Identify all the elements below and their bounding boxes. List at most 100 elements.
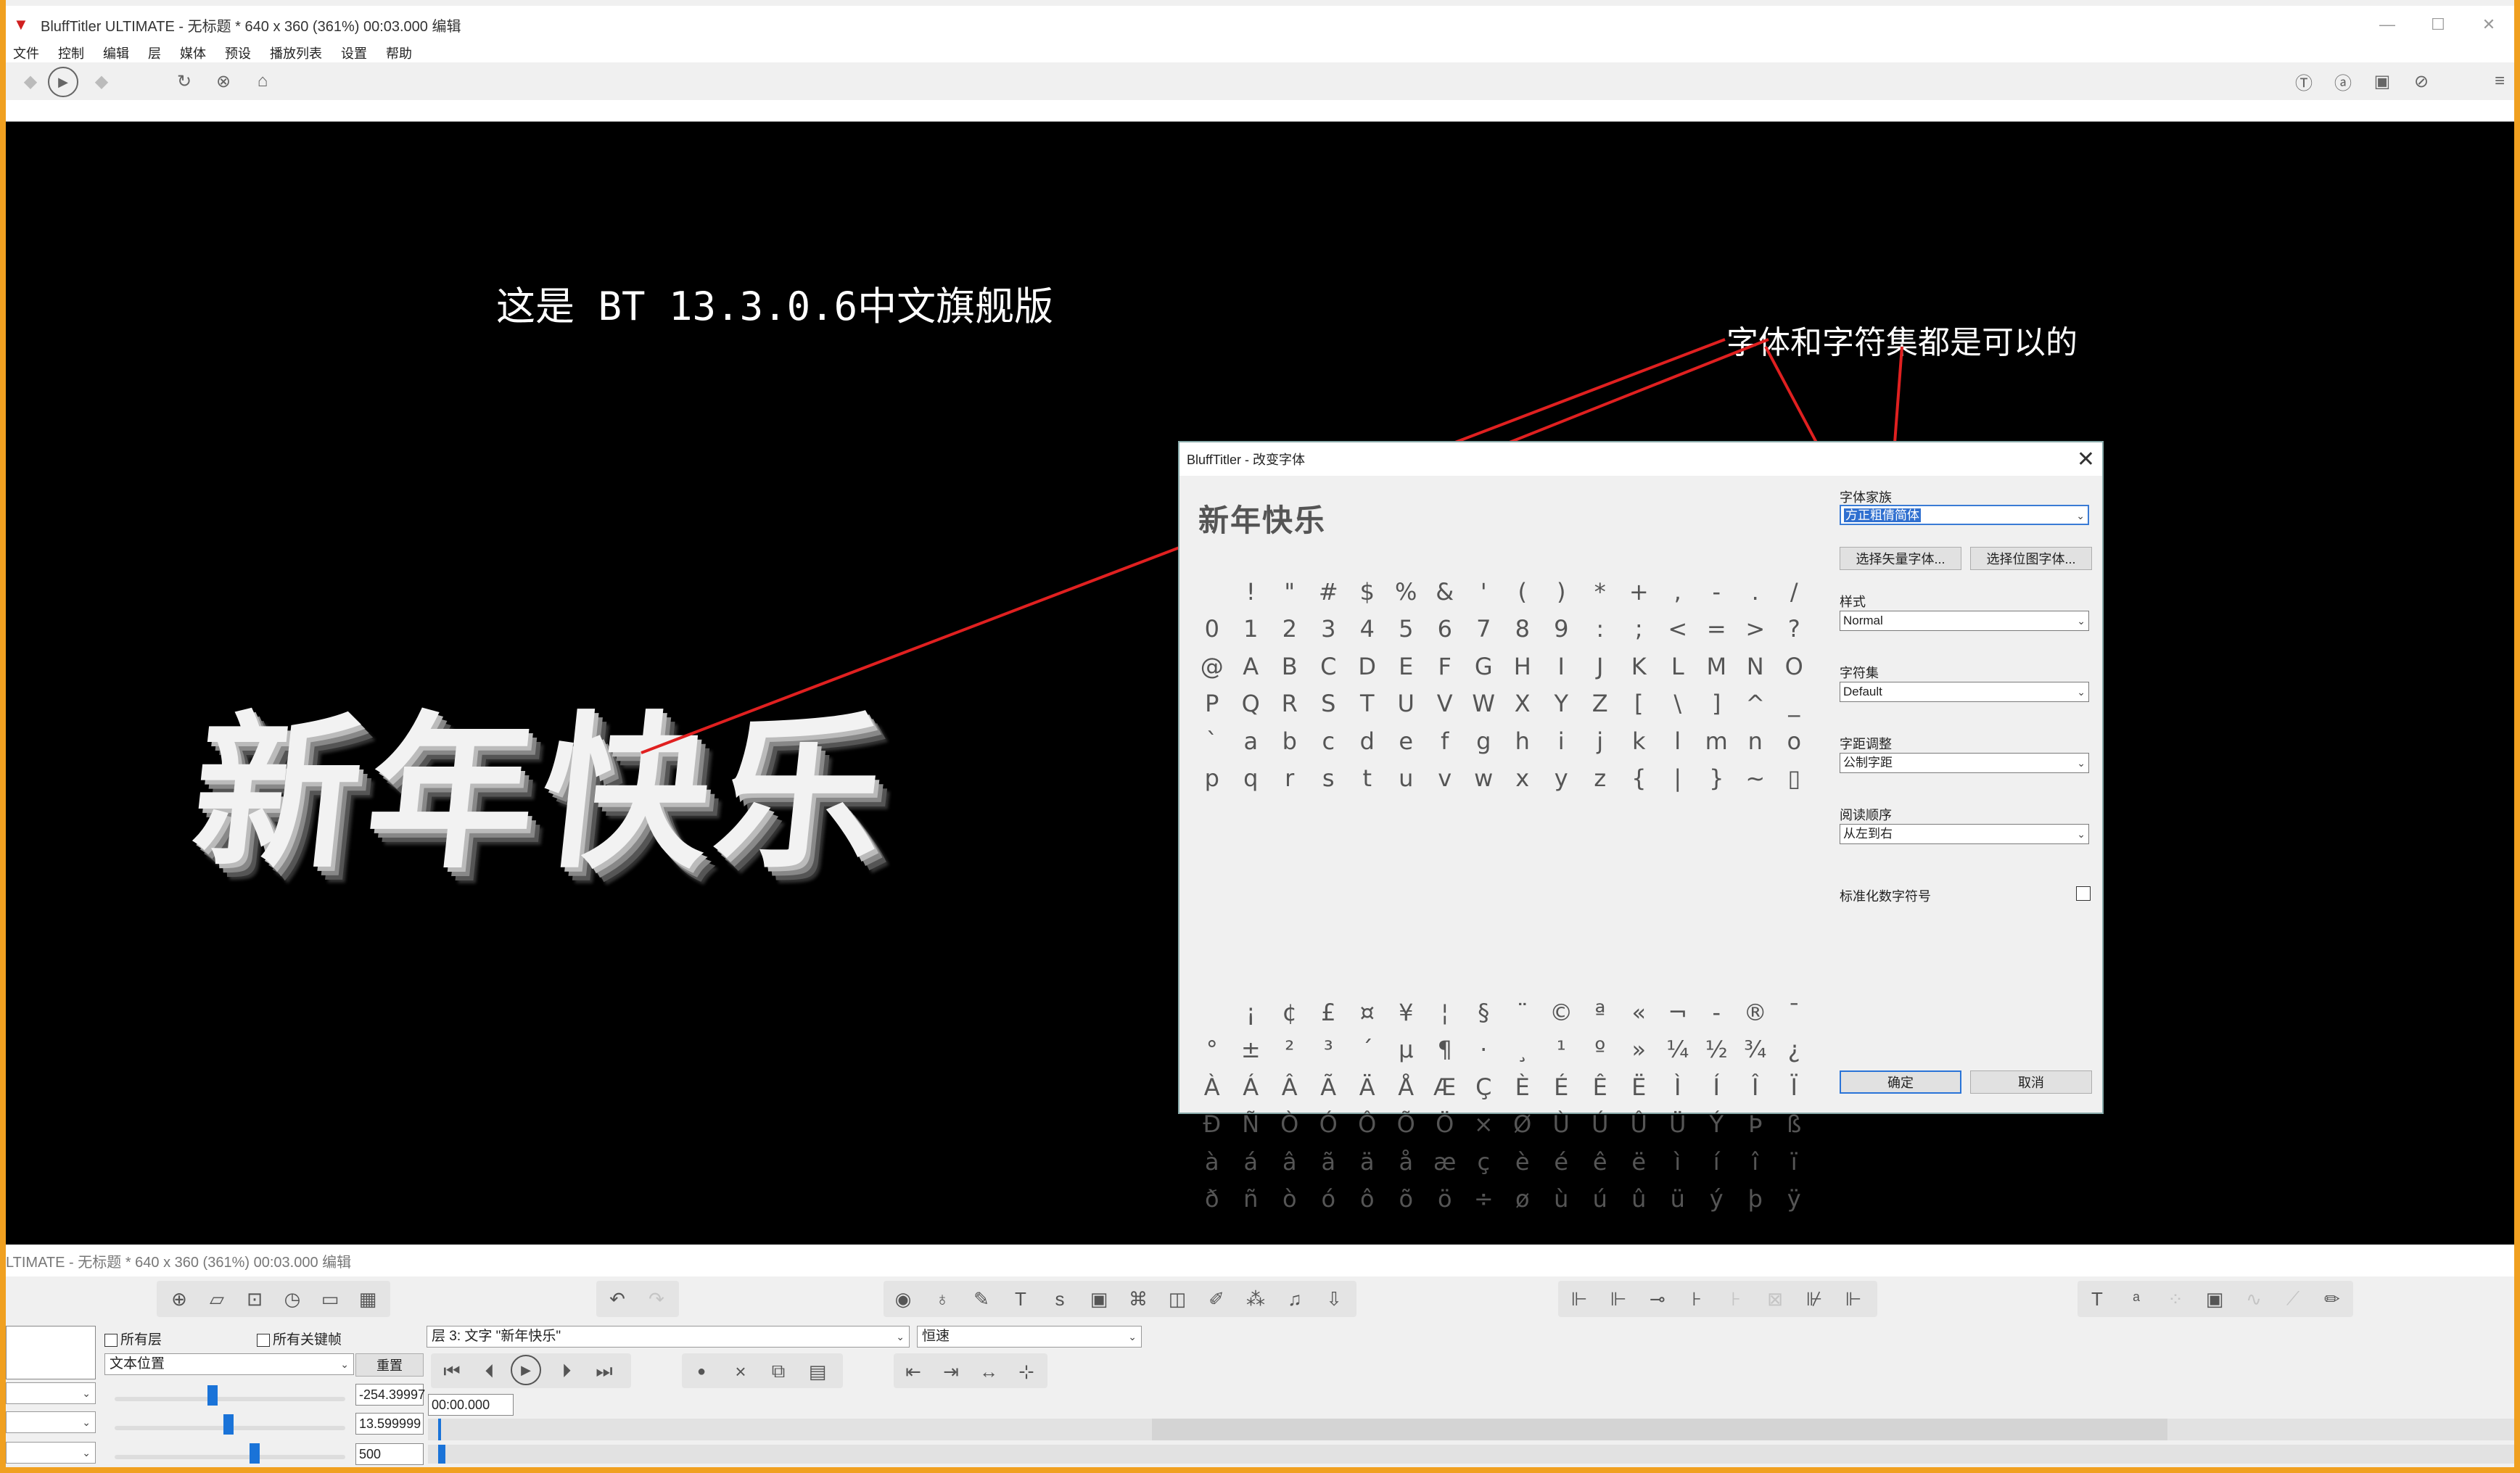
minimize-button[interactable]: — bbox=[2362, 6, 2413, 44]
glyph-cell[interactable]: æ bbox=[1425, 1143, 1465, 1181]
glyph-cell[interactable]: ö bbox=[1425, 1181, 1465, 1218]
particles-icon[interactable]: ⁂ bbox=[1239, 1282, 1272, 1316]
glyph-cell[interactable]: ú bbox=[1581, 1181, 1620, 1218]
glyph-cell[interactable]: # bbox=[1309, 573, 1348, 611]
glyph-cell[interactable]: û bbox=[1620, 1181, 1659, 1218]
glyph-cell[interactable]: ä bbox=[1348, 1143, 1387, 1181]
glyph-cell[interactable]: | bbox=[1658, 760, 1697, 798]
glyph-cell[interactable]: Ç bbox=[1465, 1068, 1504, 1106]
glyph-cell[interactable]: Ë bbox=[1620, 1068, 1659, 1106]
select-vector-font-button[interactable]: 选择矢量字体... bbox=[1840, 547, 1961, 570]
glyph-cell[interactable]: h bbox=[1503, 722, 1542, 760]
property-select[interactable]: 文本位置 ⌄ bbox=[104, 1353, 354, 1375]
glyph-cell[interactable]: Û bbox=[1620, 1106, 1659, 1144]
play-button-icon[interactable]: ▶ bbox=[511, 1355, 541, 1385]
glyph-cell[interactable]: z bbox=[1581, 760, 1620, 798]
glyph-cell[interactable]: W bbox=[1465, 685, 1504, 723]
pencil-icon[interactable]: ✏ bbox=[2315, 1282, 2349, 1316]
path-icon[interactable]: ⌘ bbox=[1121, 1282, 1155, 1316]
reset-button[interactable]: 重置 bbox=[355, 1353, 424, 1377]
glyph-cell[interactable]: å bbox=[1387, 1143, 1426, 1181]
glyph-cell[interactable]: ¤ bbox=[1348, 994, 1387, 1031]
glyph-cell[interactable]: I bbox=[1542, 648, 1581, 685]
menu-settings[interactable]: 设置 bbox=[341, 44, 367, 62]
line-icon[interactable]: ⟋ bbox=[2276, 1282, 2310, 1316]
glyph-cell[interactable]: = bbox=[1697, 611, 1737, 648]
glyph-cell[interactable]: © bbox=[1542, 994, 1581, 1031]
align-e-icon[interactable]: ⊠ bbox=[1758, 1282, 1792, 1316]
glyph-cell[interactable]: ~ bbox=[1736, 760, 1775, 798]
glyph-cell[interactable]: Í bbox=[1697, 1068, 1737, 1106]
glyph-cell[interactable]: õ bbox=[1387, 1181, 1426, 1218]
paste-icon[interactable]: ▤ bbox=[801, 1355, 834, 1388]
glyph-cell[interactable]: £ bbox=[1309, 994, 1348, 1031]
glyph-cell[interactable]: × bbox=[1465, 1106, 1504, 1144]
home-icon[interactable]: ⌂ bbox=[248, 67, 277, 96]
glyph-cell[interactable]: f bbox=[1425, 722, 1465, 760]
glyph-cell[interactable]: ò bbox=[1270, 1181, 1309, 1218]
font-family-select[interactable]: 方正粗倩简体 ⌄ bbox=[1840, 505, 2089, 525]
glyph-cell[interactable]: ü bbox=[1658, 1181, 1697, 1218]
copy-icon[interactable]: ⧉ bbox=[762, 1355, 795, 1388]
glyph-cell[interactable]: ³ bbox=[1309, 1031, 1348, 1069]
hamburger-menu-icon[interactable]: ≡ bbox=[2485, 67, 2514, 96]
glyph-cell[interactable]: ¦ bbox=[1425, 994, 1465, 1031]
image-effect-icon[interactable]: ▣ bbox=[2198, 1282, 2231, 1316]
glyph-cell[interactable]: í bbox=[1697, 1143, 1737, 1181]
glyph-cell[interactable]: À bbox=[1193, 1068, 1232, 1106]
all-layers-checkbox[interactable] bbox=[104, 1333, 118, 1347]
split-icon[interactable]: ⊹ bbox=[1010, 1355, 1043, 1388]
glyph-cell[interactable]: w bbox=[1465, 760, 1504, 798]
add-layer-icon[interactable]: ⊕ bbox=[162, 1282, 196, 1316]
play-icon[interactable]: ▶ bbox=[48, 67, 78, 97]
glyph-cell[interactable]: î bbox=[1736, 1143, 1775, 1181]
glyph-cell[interactable]: 4 bbox=[1348, 611, 1387, 648]
glyph-cell[interactable]: H bbox=[1503, 648, 1542, 685]
wave-icon[interactable]: ∿ bbox=[2237, 1282, 2270, 1316]
undo-icon[interactable]: ↶ bbox=[601, 1282, 634, 1316]
glyph-cell[interactable]: È bbox=[1503, 1068, 1542, 1106]
glyph-cell[interactable]: ß bbox=[1775, 1106, 1814, 1144]
grid-icon[interactable]: ▦ bbox=[351, 1282, 384, 1316]
y-slider-thumb[interactable] bbox=[223, 1414, 234, 1435]
glyph-cell[interactable]: : bbox=[1581, 611, 1620, 648]
glyph-cell[interactable]: é bbox=[1542, 1143, 1581, 1181]
glyph-cell[interactable]: 9 bbox=[1542, 611, 1581, 648]
glyph-cell[interactable]: P bbox=[1193, 685, 1232, 723]
text-tool-icon[interactable]: Ⓣ bbox=[2289, 67, 2318, 96]
glyph-cell[interactable]: J bbox=[1581, 648, 1620, 685]
glyph-cell[interactable]: X bbox=[1503, 685, 1542, 723]
glyph-cell[interactable]: - bbox=[1697, 573, 1737, 611]
x-channel-select[interactable]: ⌄ bbox=[6, 1382, 96, 1404]
glyph-cell[interactable]: C bbox=[1309, 648, 1348, 685]
align-b-icon[interactable]: ⊩ bbox=[1602, 1282, 1635, 1316]
glyph-cell[interactable]: Á bbox=[1232, 1068, 1271, 1106]
time-field[interactable]: 00:00.000 bbox=[428, 1394, 514, 1416]
glyph-cell[interactable]: ° bbox=[1193, 1031, 1232, 1069]
small-text-icon[interactable]: s bbox=[1043, 1282, 1076, 1316]
glyph-cell[interactable]: - bbox=[1697, 994, 1737, 1031]
charset-select[interactable]: Default ⌄ bbox=[1840, 682, 2089, 702]
glyph-cell[interactable]: ¥ bbox=[1387, 994, 1426, 1031]
glyph-cell[interactable]: ' bbox=[1465, 573, 1504, 611]
glyph-cell[interactable]: _ bbox=[1775, 685, 1814, 723]
all-keyframes-checkbox[interactable] bbox=[257, 1333, 270, 1347]
glyph-cell[interactable]: Ï bbox=[1775, 1068, 1814, 1106]
glyph-cell[interactable]: k bbox=[1620, 722, 1659, 760]
glyph-cell[interactable]: º bbox=[1581, 1031, 1620, 1069]
glyph-cell[interactable]: O bbox=[1775, 648, 1814, 685]
glyph-cell[interactable]: 7 bbox=[1465, 611, 1504, 648]
glyph-cell[interactable]: 0 bbox=[1193, 611, 1232, 648]
glyph-cell[interactable]: ( bbox=[1503, 573, 1542, 611]
glyph-cell[interactable]: Ã bbox=[1309, 1068, 1348, 1106]
glyph-cell[interactable]: Ì bbox=[1658, 1068, 1697, 1106]
resize-icon[interactable]: ⊡ bbox=[238, 1282, 271, 1316]
glyph-cell[interactable]: l bbox=[1658, 722, 1697, 760]
refresh-icon[interactable]: ↻ bbox=[170, 67, 199, 96]
glyph-cell[interactable]: ▯ bbox=[1775, 760, 1814, 798]
dialog-close-icon[interactable]: ✕ bbox=[2077, 447, 2095, 472]
y-channel-select[interactable]: ⌄ bbox=[6, 1411, 96, 1433]
glyph-cell[interactable]: / bbox=[1775, 573, 1814, 611]
open-folder-icon[interactable]: ▱ bbox=[200, 1282, 234, 1316]
glyph-cell[interactable]: Đ bbox=[1193, 1106, 1232, 1144]
